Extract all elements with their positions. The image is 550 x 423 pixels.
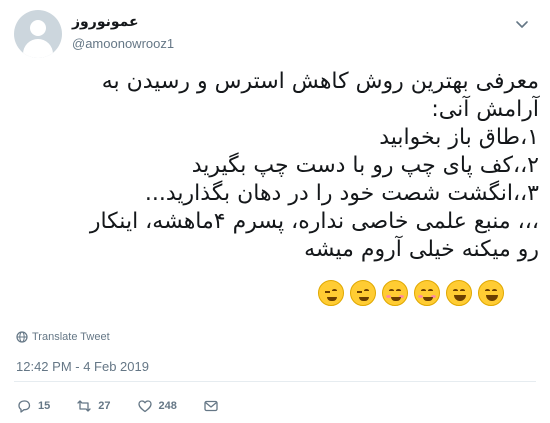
smiling-face-with-smiling-eyes-icon	[382, 280, 408, 306]
tweet-line: ،،، منبع علمی خاصی نداره، پسرم ۴ماهشه، ا…	[89, 209, 539, 234]
reply-icon	[18, 400, 31, 413]
avatar[interactable]	[14, 10, 62, 58]
user-handle[interactable]: @amoonowrooz1	[72, 36, 174, 51]
like-count: 248	[158, 400, 177, 412]
tweet-line: رو میکنه خیلی آروم میشه	[304, 237, 539, 262]
retweet-icon	[77, 400, 91, 412]
chevron-down-icon[interactable]	[512, 14, 532, 34]
tweet-line: ۲،،کف پای چپ رو با دست چپ بگیرید	[191, 153, 539, 178]
envelope-icon	[204, 400, 218, 412]
grinning-face-icon	[446, 280, 472, 306]
heart-icon	[137, 400, 152, 413]
winking-face-icon	[318, 280, 344, 306]
tweet-text: معرفی بهترین روش کاهش استرس و رسیدن به آ…	[14, 68, 539, 264]
smiling-face-with-smiling-eyes-icon	[414, 280, 440, 306]
like-button[interactable]: 248	[137, 398, 177, 414]
winking-face-icon	[350, 280, 376, 306]
retweet-count: 27	[98, 400, 111, 412]
tweet-line: آرامش آنی:	[431, 97, 539, 122]
tweet-line: معرفی بهترین روش کاهش استرس و رسیدن به	[101, 69, 539, 94]
translate-tweet-label: Translate Tweet	[32, 331, 110, 343]
tweet-header: عمونوروز @amoonowrooz1	[14, 10, 534, 58]
reply-count: 15	[38, 400, 51, 412]
globe-icon	[16, 331, 28, 343]
translate-tweet-link[interactable]: Translate Tweet	[16, 331, 110, 343]
divider	[14, 381, 536, 382]
tweet-actions: 15 27 248	[16, 396, 245, 416]
tweet-line: ۳،،انگشت شصت خود را در دهان بگذارید...	[144, 181, 539, 206]
tweet-line: ۱،طاق باز بخوابید	[379, 125, 539, 150]
grinning-face-icon	[478, 280, 504, 306]
emoji-row	[318, 280, 504, 310]
display-name[interactable]: عمونوروز	[72, 14, 139, 30]
reply-button[interactable]: 15	[16, 398, 50, 414]
direct-message-button[interactable]	[203, 398, 219, 414]
tweet-timestamp[interactable]: 12:42 PM - 4 Feb 2019	[16, 359, 149, 374]
retweet-button[interactable]: 27	[76, 398, 111, 414]
